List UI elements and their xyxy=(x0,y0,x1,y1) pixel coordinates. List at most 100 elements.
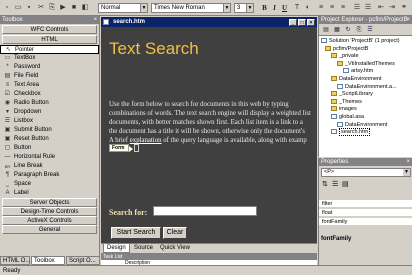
toolbox-item[interactable]: BR Line Break xyxy=(0,162,99,171)
bullet-list-icon[interactable]: ☰ xyxy=(363,3,373,13)
property-row[interactable]: fontFamily xyxy=(319,218,412,226)
view-code-icon[interactable]: ▤ xyxy=(322,26,330,34)
tree-node[interactable]: search.htm xyxy=(331,128,371,137)
new-file-icon[interactable]: ▫ xyxy=(2,3,12,13)
listbox-icon: ☰ xyxy=(4,118,11,124)
close-icon[interactable]: × xyxy=(93,16,97,24)
align-left-icon[interactable]: ≡ xyxy=(316,3,326,13)
toolbox-item-label: Radio Button xyxy=(14,100,49,106)
align-right-icon[interactable]: ≡ xyxy=(338,3,348,13)
search-input[interactable] xyxy=(153,206,257,216)
font-size-select[interactable]: 3 ▼ xyxy=(234,3,254,13)
start-search-button[interactable]: Start Search xyxy=(111,227,161,239)
highlight-icon[interactable]: ◐ xyxy=(303,3,313,13)
refresh-icon[interactable]: ↻ xyxy=(344,26,352,34)
tree-node[interactable]: _private xyxy=(331,53,359,60)
status-bar: Ready xyxy=(0,265,412,275)
toolbox-tab-html[interactable]: HTML xyxy=(2,35,97,44)
toolbox-item[interactable]: ⎵ Space xyxy=(0,180,99,189)
font-name-select[interactable]: Times New Roman ▼ xyxy=(151,3,231,13)
tab-script-outline[interactable]: Script O... xyxy=(66,256,100,265)
toolbox-item[interactable]: ▭ TextBox xyxy=(0,54,99,63)
maximize-button[interactable]: □ xyxy=(298,19,306,26)
toolbox-item[interactable]: ◉ Radio Button xyxy=(0,99,99,108)
block-format-select[interactable]: Normal ▼ xyxy=(98,3,148,13)
numbered-list-icon[interactable]: ☰ xyxy=(352,3,362,13)
toolbox-item[interactable]: ☑ Checkbox xyxy=(0,90,99,99)
clear-button[interactable]: Clear xyxy=(163,227,187,239)
toolbox-group-tab[interactable]: ActiveX Controls xyxy=(2,216,97,225)
toolbox-group-tab[interactable]: General xyxy=(2,225,97,234)
tree-node[interactable]: _ScriptLibrary xyxy=(331,91,373,98)
save-icon[interactable]: ▪ xyxy=(24,3,34,13)
design-surface[interactable]: Text Search Use the form below to search… xyxy=(101,27,317,243)
property-description-title: fontFamily xyxy=(321,236,352,242)
outdent-icon[interactable]: ⇤ xyxy=(376,3,386,13)
tab-quick-view[interactable]: Quick View xyxy=(157,244,193,253)
close-icon[interactable]: × xyxy=(406,158,410,166)
run-icon[interactable]: ▶ xyxy=(58,3,68,13)
toolbox-item[interactable]: ☰ Listbox xyxy=(0,117,99,126)
tree-node[interactable]: pcfim/ProjectB xyxy=(325,46,368,53)
debug-icon[interactable]: ◧ xyxy=(80,3,90,13)
view-designer-icon[interactable]: ▦ xyxy=(333,26,341,34)
toolbox-item[interactable]: ▣ Submit Button xyxy=(0,126,99,135)
align-center-icon[interactable]: ≡ xyxy=(327,3,337,13)
toolbox-item[interactable]: * Password xyxy=(0,63,99,72)
folder-icon xyxy=(337,60,343,66)
toolbox-group-tab[interactable]: Design-Time Controls xyxy=(2,207,97,216)
explanation-link[interactable]: explanation xyxy=(130,137,162,144)
cut-icon[interactable]: ✂ xyxy=(36,3,46,13)
tree-node[interactable]: _VtiInstalledThemes xyxy=(337,61,395,68)
tree-node[interactable]: global.asa xyxy=(331,114,364,121)
tree-node[interactable]: DataEnvironment xyxy=(331,76,382,83)
button-icon: ▢ xyxy=(4,145,11,151)
toolbox-item-label: Dropdown xyxy=(14,109,42,115)
toolbox-item[interactable]: ↖ Pointer xyxy=(0,45,99,54)
tab-toolbox[interactable]: Toolbox xyxy=(31,256,65,265)
tab-design[interactable]: Design xyxy=(103,244,130,253)
toolbox-item[interactable]: ¶ Paragraph Break xyxy=(0,171,99,180)
copy-icon[interactable]: ⎘ xyxy=(47,3,57,13)
indent-icon[interactable]: ⇥ xyxy=(387,3,397,13)
property-row[interactable]: float xyxy=(319,209,412,217)
tree-node[interactable]: images xyxy=(331,106,357,113)
close-button[interactable]: × xyxy=(307,19,315,26)
text-color-icon[interactable]: T xyxy=(292,3,302,13)
toolbox-tab-wfc[interactable]: WFC Controls xyxy=(2,25,97,34)
toolbox-item[interactable]: A Label xyxy=(0,189,99,198)
form-tag-open[interactable]: Form xyxy=(109,144,132,152)
stop-icon[interactable]: ■ xyxy=(69,3,79,13)
folder-icon xyxy=(331,91,337,97)
tab-source[interactable]: Source xyxy=(131,244,156,253)
tab-html-outline[interactable]: HTML O... xyxy=(0,256,30,265)
toolbox-item[interactable]: ▤ File Field xyxy=(0,72,99,81)
toolbox-group-tab[interactable]: Server Objects xyxy=(2,198,97,207)
tree-node[interactable]: _Themes xyxy=(331,99,362,106)
close-icon[interactable]: × xyxy=(406,16,410,24)
toolbox-item[interactable]: ≡ Text Area xyxy=(0,81,99,90)
textarea-icon: ≡ xyxy=(5,82,10,88)
italic-button[interactable]: I xyxy=(270,3,279,13)
tree-node-label: search.htm xyxy=(339,128,371,137)
categorized-icon[interactable]: ☰ xyxy=(332,180,338,188)
property-pages-icon[interactable]: ▤ xyxy=(342,180,349,188)
object-select[interactable]: <P> ▼ xyxy=(321,168,411,177)
sort-alpha-icon[interactable]: ⇅ xyxy=(322,180,328,188)
tree-node[interactable]: DataEnvironment.a... xyxy=(337,84,397,91)
tree-node[interactable]: artsy.htm xyxy=(343,68,373,75)
chevron-down-icon: ▼ xyxy=(246,4,253,12)
toolbox-item[interactable]: — Horizontal Rule xyxy=(0,153,99,162)
properties-icon[interactable]: ☰ xyxy=(366,26,374,34)
property-row[interactable]: filter xyxy=(319,200,412,208)
toolbox-item[interactable]: ▾ Dropdown xyxy=(0,108,99,117)
open-icon[interactable]: ▭ xyxy=(13,3,23,13)
toolbox-item[interactable]: ▣ Reset Button xyxy=(0,135,99,144)
link-icon[interactable]: ⚭ xyxy=(399,3,409,13)
minimize-button[interactable]: _ xyxy=(289,19,297,26)
bold-button[interactable]: B xyxy=(260,3,269,13)
copy-project-icon[interactable]: ⎘ xyxy=(355,26,363,34)
underline-button[interactable]: U xyxy=(280,3,289,13)
tree-node[interactable]: Solution 'ProjectB' (1 project) xyxy=(321,38,400,45)
toolbox-item[interactable]: ▢ Button xyxy=(0,144,99,153)
